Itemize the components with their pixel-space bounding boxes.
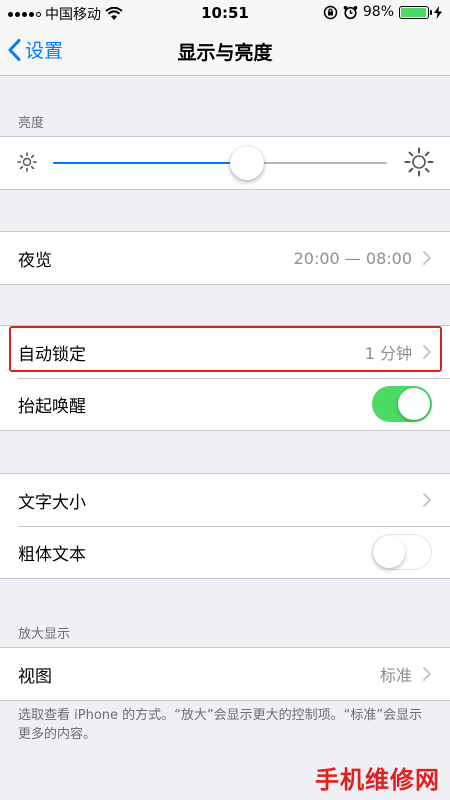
zoom-group: 视图 标准 [0,647,450,701]
zoom-view-value: 标准 [379,666,412,685]
zoom-header: 放大显示 [18,627,71,642]
auto-lock-row[interactable]: 自动锁定 1 分钟 [0,326,450,378]
brightness-group [0,136,450,190]
sun-large-icon [404,147,434,177]
text-group: 文字大小 粗体文本 [0,473,450,579]
auto-lock-label: 自动锁定 [18,344,86,365]
page-title: 显示与亮度 [177,42,273,64]
auto-lock-value: 1 分钟 [364,344,412,363]
night-shift-label: 夜览 [18,250,52,271]
bold-text-label: 粗体文本 [18,544,86,565]
night-shift-group: 夜览 20:00 — 08:00 [0,231,450,285]
lock-group: 自动锁定 1 分钟 抬起唤醒 [0,325,450,431]
raise-to-wake-row: 抬起唤醒 [0,378,450,430]
brightness-slider[interactable] [53,162,387,164]
raise-to-wake-toggle[interactable] [372,386,432,422]
chevron-right-icon [423,667,431,681]
bold-text-toggle[interactable] [372,534,432,570]
chevron-right-icon [423,251,431,265]
alarm-icon [343,5,358,19]
text-size-row[interactable]: 文字大小 [0,474,450,526]
night-shift-value: 20:00 — 08:00 [293,248,412,268]
status-bar: 中国移动 10:51 98% [0,0,450,26]
rotation-lock-icon [323,5,338,19]
chevron-right-icon [423,493,431,507]
watermark: 手机维修网 [315,766,440,794]
text-size-label: 文字大小 [18,492,86,513]
zoom-footer-note: 选取查看 iPhone 的方式。“放大”会显示更大的控制项。“标准”会显示更多的… [18,708,423,742]
zoom-view-label: 视图 [18,666,52,687]
battery-percent: 98% [362,4,394,20]
brightness-row [0,137,450,189]
sun-small-icon [17,152,37,172]
brightness-slider-fill [53,162,247,164]
battery-icon [399,5,432,19]
bold-text-row: 粗体文本 [0,526,450,578]
brightness-header: 亮度 [18,116,45,131]
navigation-bar: 设置 显示与亮度 [0,26,450,76]
brightness-slider-thumb[interactable] [229,146,264,180]
zoom-view-row[interactable]: 视图 标准 [0,648,450,700]
raise-to-wake-label: 抬起唤醒 [18,396,86,417]
charging-icon [434,5,442,19]
status-right: 98% [323,4,442,20]
chevron-right-icon [423,345,431,359]
night-shift-row[interactable]: 夜览 20:00 — 08:00 [0,232,450,284]
